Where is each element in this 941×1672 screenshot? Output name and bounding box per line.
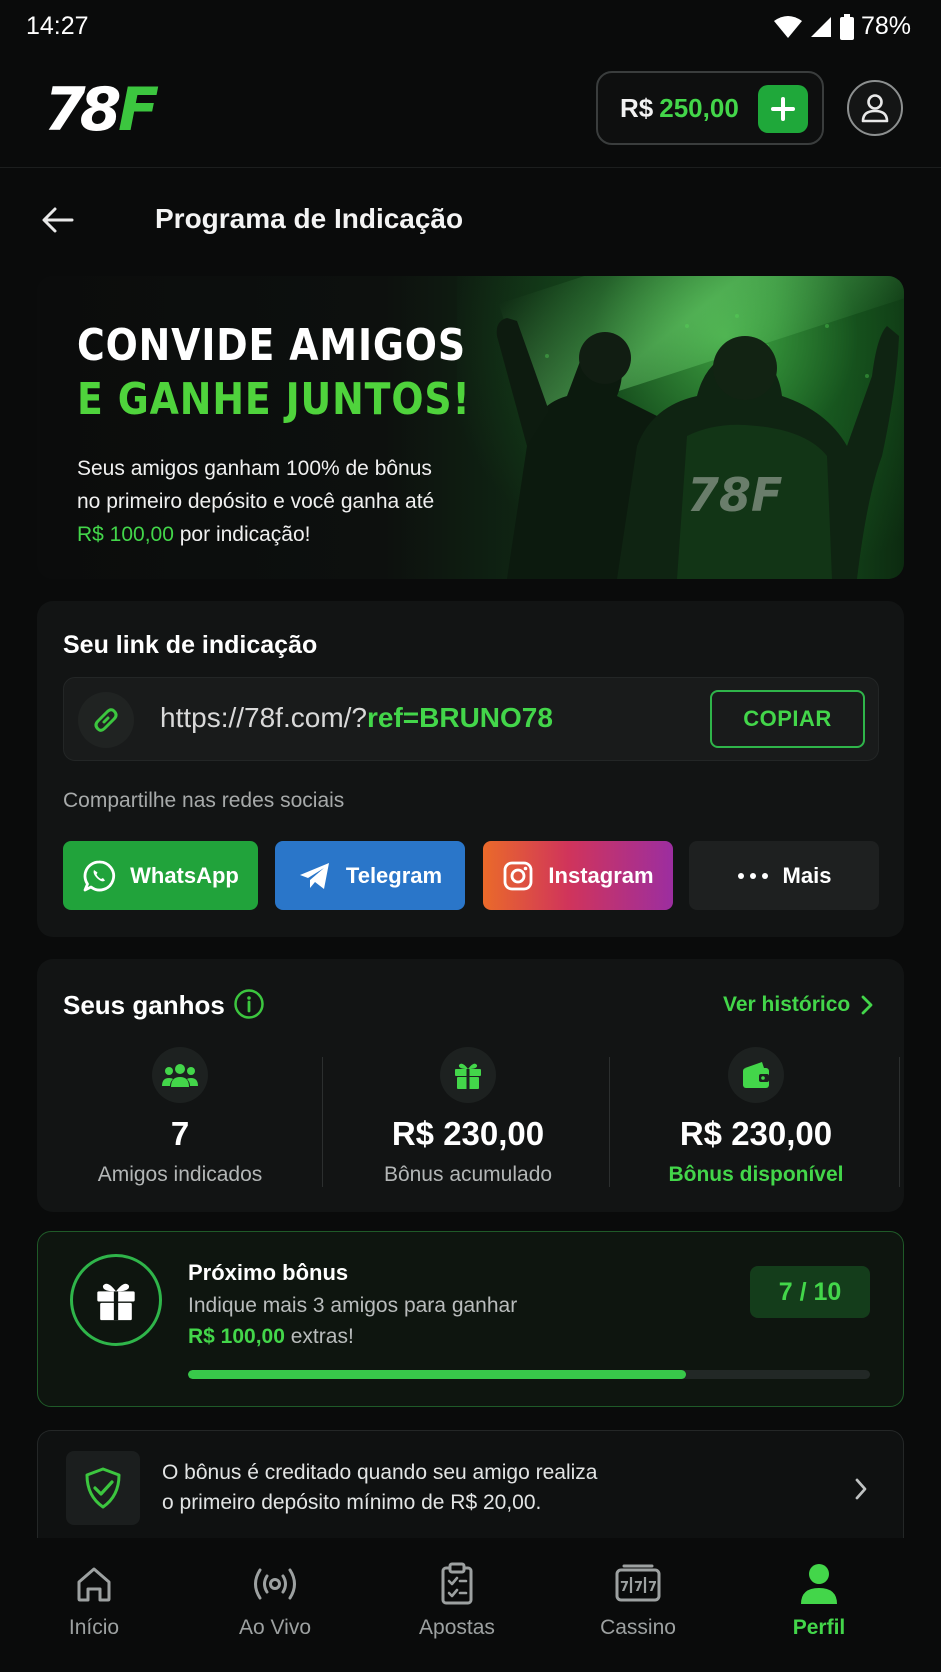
next-bonus-count: 7 / 10: [750, 1266, 870, 1318]
stat-accumulated-bonus: R$ 230,00 Bônus acumulado: [333, 1047, 603, 1187]
share-more-label: Mais: [782, 862, 832, 888]
status-time: 14:27: [26, 12, 89, 40]
next-bonus-reward: R$ 100,00 extras!: [188, 1325, 354, 1348]
bonus-info-text: O bônus é creditado quando seu amigo rea…: [162, 1461, 598, 1514]
nav-item-inicio[interactable]: Início: [24, 1558, 164, 1640]
share-instagram-label: Instagram: [548, 862, 654, 888]
link-icon: [78, 692, 134, 748]
telegram-icon: [299, 862, 329, 889]
stat-friends-referred: 7 Amigos indicados: [45, 1047, 315, 1187]
hero-title-line-2: E GANHE JUNTOS!: [77, 374, 471, 425]
bottom-navigation: Início Ao Vivo Apostas 7 7 7 Cassino Per…: [0, 1538, 941, 1672]
referral-link-card: Seu link de indicação https://78f.com/?r…: [37, 601, 904, 937]
next-bonus-amount: R$ 100,00: [188, 1325, 285, 1348]
players-celebrating-image: 78F: [496, 314, 899, 579]
status-icons: 78%: [773, 12, 911, 41]
stat-divider: [899, 1057, 900, 1187]
stat-divider: [609, 1057, 610, 1187]
jersey-logo: 78F: [687, 468, 782, 522]
nav-item-ao-vivo[interactable]: Ao Vivo: [205, 1558, 345, 1640]
svg-text:7: 7: [620, 1580, 629, 1595]
earnings-card: Seus ganhos Ver histórico 7 Amigos indic…: [37, 959, 904, 1212]
stat-available-value: R$ 230,00: [679, 1115, 833, 1152]
copy-button[interactable]: COPIAR: [710, 690, 865, 748]
next-bonus-title: Próximo bônus: [188, 1260, 349, 1285]
next-bonus-card: Próximo bônus Indique mais 3 amigos para…: [37, 1231, 904, 1407]
share-more-button[interactable]: Mais: [689, 841, 879, 910]
svg-text:F: F: [118, 78, 159, 138]
bonus-gift-icon: [70, 1254, 162, 1346]
shield-check-icon: [66, 1451, 140, 1525]
nav-label-cassino: Cassino: [600, 1616, 676, 1639]
share-label: Compartilhe nas redes sociais: [63, 789, 345, 812]
instagram-icon: [504, 861, 533, 890]
share-instagram-button[interactable]: Instagram: [483, 841, 673, 910]
signal-icon: [810, 16, 831, 37]
plus-icon: [771, 97, 795, 121]
bets-icon: [387, 1558, 527, 1610]
nav-label-ao-vivo: Ao Vivo: [239, 1616, 311, 1639]
svg-text:7: 7: [634, 1580, 643, 1595]
next-bonus-description: Indique mais 3 amigos para ganhar: [188, 1294, 518, 1317]
bonus-info-card[interactable]: O bônus é creditado quando seu amigo rea…: [37, 1430, 904, 1538]
balance-currency: R$: [620, 92, 654, 123]
nav-label-perfil: Perfil: [792, 1616, 846, 1639]
battery-icon: [839, 13, 854, 40]
hero-description: Seus amigos ganham 100% de bônus no prim…: [77, 457, 435, 546]
profile-button[interactable]: [847, 80, 903, 136]
user-icon: [861, 94, 889, 123]
friends-icon: [152, 1047, 208, 1103]
stat-friends-value: 7: [170, 1115, 190, 1152]
stat-available-bonus: R$ 230,00 Bônus disponível: [621, 1047, 891, 1187]
whatsapp-icon: [83, 860, 116, 891]
balance-pill[interactable]: R$ 250,00: [596, 71, 824, 145]
view-history-label: Ver histórico: [723, 993, 851, 1016]
stat-accumulated-label: Bônus acumulado: [383, 1163, 553, 1186]
stat-friends-label: Amigos indicados: [97, 1163, 263, 1186]
wallet-icon: [728, 1047, 784, 1103]
svg-text:7: 7: [648, 1580, 657, 1595]
home-icon: [24, 1558, 164, 1610]
share-whatsapp-button[interactable]: WhatsApp: [63, 841, 258, 910]
chevron-right-icon: [861, 995, 873, 1015]
battery-level: 78%: [860, 12, 911, 40]
svg-text:78: 78: [44, 78, 120, 138]
balance-value: 250,00: [659, 92, 739, 123]
referral-link-url[interactable]: https://78f.com/?ref=BRUNO78: [160, 702, 553, 734]
share-telegram-button[interactable]: Telegram: [275, 841, 465, 910]
chevron-right-icon: [855, 1478, 867, 1500]
wifi-icon: [773, 15, 802, 38]
hero-banner: 78F CONVIDE AMIGOS E GANHE JUNTOS! Seus …: [37, 276, 904, 579]
slot-machine-icon: 7 7 7: [568, 1558, 708, 1610]
view-history-link[interactable]: Ver histórico: [723, 993, 874, 1017]
next-bonus-progress-bar: [188, 1370, 870, 1379]
share-whatsapp-label: WhatsApp: [130, 862, 239, 888]
page-title: Programa de Indicação: [155, 203, 464, 234]
hero-title-line-1: CONVIDE AMIGOS: [77, 320, 466, 371]
referral-code: ref=BRUNO78: [367, 702, 553, 733]
info-icon[interactable]: [233, 988, 265, 1020]
nav-label-apostas: Apostas: [419, 1616, 495, 1639]
stat-divider: [322, 1057, 323, 1187]
stat-accumulated-value: R$ 230,00: [391, 1115, 545, 1152]
nav-label-inicio: Início: [68, 1616, 120, 1639]
referral-link-title: Seu link de indicação: [63, 631, 318, 659]
brand-logo[interactable]: 78 F: [44, 78, 174, 138]
profile-icon: [749, 1558, 889, 1610]
gift-icon: [440, 1047, 496, 1103]
earnings-title: Seus ganhos: [63, 990, 225, 1020]
referral-link-box: https://78f.com/?ref=BRUNO78 COPIAR: [63, 677, 879, 761]
hero-bonus-amount: R$ 100,00: [77, 523, 174, 546]
live-icon: [205, 1558, 345, 1610]
next-bonus-progress-fill: [188, 1370, 686, 1379]
nav-item-cassino[interactable]: 7 7 7 Cassino: [568, 1558, 708, 1640]
more-dots-icon: [737, 872, 768, 879]
stat-available-label: Bônus disponível: [668, 1163, 844, 1186]
deposit-button[interactable]: [758, 85, 808, 133]
nav-item-apostas[interactable]: Apostas: [387, 1558, 527, 1640]
back-arrow-icon[interactable]: [38, 200, 78, 240]
share-telegram-label: Telegram: [345, 862, 443, 888]
nav-item-perfil[interactable]: Perfil: [749, 1558, 889, 1640]
status-bar: 14:27 78%: [0, 0, 941, 54]
